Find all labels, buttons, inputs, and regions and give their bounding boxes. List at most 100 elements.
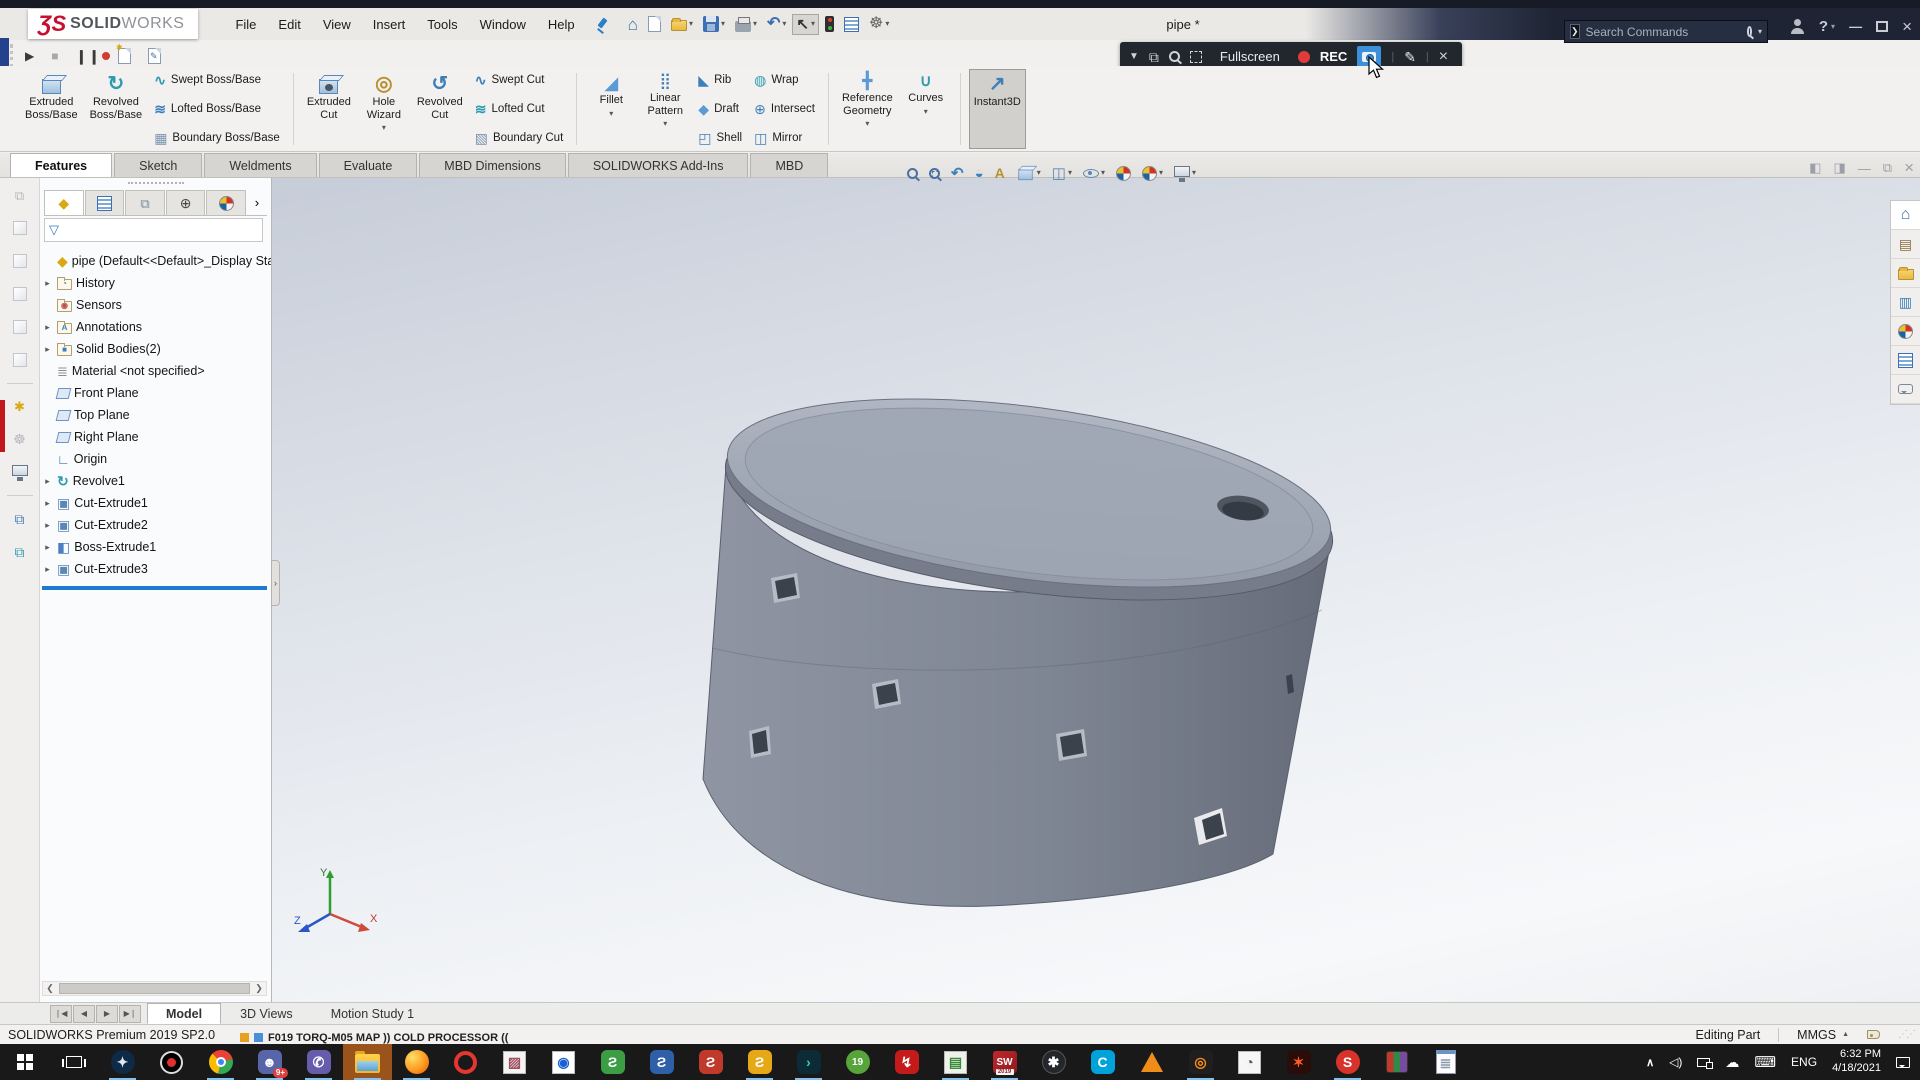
- task-view-button[interactable]: [49, 1044, 98, 1080]
- previous-view-button[interactable]: ↶: [949, 164, 966, 183]
- taskbar-app-notepad[interactable]: ≣: [1421, 1044, 1470, 1080]
- start-button[interactable]: [0, 1044, 49, 1080]
- taskbar-app-s-app-blue[interactable]: Ƨ: [637, 1044, 686, 1080]
- expand-arrow-icon[interactable]: ▸: [42, 322, 53, 333]
- taskbar-app-camtasia[interactable]: C: [1078, 1044, 1127, 1080]
- tab-motion-study-1[interactable]: Motion Study 1: [312, 1003, 433, 1024]
- taskbar-app-winrar[interactable]: [1372, 1044, 1421, 1080]
- curves-button[interactable]: ∪Curves▾: [900, 69, 952, 149]
- dropdown-caret[interactable]: ▾: [1159, 169, 1163, 177]
- wrap-button[interactable]: ◍Wrap: [751, 72, 818, 88]
- displaymanager-tab[interactable]: [206, 190, 246, 215]
- menu-insert[interactable]: Insert: [362, 11, 417, 38]
- tree-item-history[interactable]: ▸◔History: [42, 272, 271, 294]
- appearances-scenes-button[interactable]: [1891, 317, 1920, 346]
- expand-arrow-icon[interactable]: ▸: [42, 476, 53, 487]
- dropdown-caret[interactable]: ▾: [811, 20, 815, 28]
- pin-menu-icon[interactable]: [594, 16, 610, 32]
- expand-arrow-icon[interactable]: ▸: [42, 542, 53, 553]
- tab-model[interactable]: Model: [147, 1003, 221, 1024]
- dropdown-caret[interactable]: ▾: [609, 110, 613, 118]
- dropdown-caret[interactable]: ▾: [1192, 169, 1196, 177]
- taskbar-app-steam[interactable]: ✦: [98, 1044, 147, 1080]
- search-commands-input[interactable]: [1586, 25, 1741, 39]
- boundary-cut-button[interactable]: ▧Boundary Cut: [472, 130, 567, 146]
- clipboard-tool-button[interactable]: ⧉: [11, 186, 28, 205]
- taskbar-app-s-app-red[interactable]: Ƨ: [686, 1044, 735, 1080]
- dropdown-caret[interactable]: ▾: [865, 120, 869, 128]
- tab-evaluate[interactable]: Evaluate: [319, 153, 418, 177]
- tag-icon[interactable]: [1867, 1030, 1880, 1039]
- macro-pause-record-button[interactable]: ❙❙: [71, 46, 104, 66]
- tab-sketch[interactable]: Sketch: [114, 153, 202, 177]
- view-cube-tool-4-button[interactable]: [9, 317, 31, 337]
- dropdown-caret[interactable]: ▾: [663, 120, 667, 128]
- panel-horizontal-scrollbar[interactable]: ❮ ❯: [42, 981, 267, 996]
- menu-window[interactable]: Window: [469, 11, 537, 38]
- menu-view[interactable]: View: [312, 11, 362, 38]
- fullscreen-label[interactable]: Fullscreen: [1220, 49, 1280, 64]
- dropdown-caret[interactable]: ▾: [382, 124, 386, 132]
- propertymanager-tab[interactable]: [85, 190, 125, 215]
- tab-scroll-last[interactable]: ▶❘: [119, 1005, 141, 1023]
- tab-solidworks-add-ins[interactable]: SOLIDWORKS Add-Ins: [568, 153, 749, 177]
- login-user-icon[interactable]: [1790, 19, 1805, 34]
- taskbar-app-blender[interactable]: ◎: [1176, 1044, 1225, 1080]
- tab-scroll-first[interactable]: ❘◀: [50, 1005, 72, 1023]
- tree-item-material-not-specified[interactable]: ≣Material <not specified>: [42, 360, 271, 382]
- minimize-button[interactable]: —: [1849, 20, 1862, 33]
- search-icon[interactable]: [1747, 26, 1752, 37]
- hole-wizard-button[interactable]: ◎Hole Wizard▾: [358, 69, 410, 149]
- swept-boss-base-button[interactable]: ∿Swept Boss/Base: [151, 72, 283, 88]
- capture-window-icon[interactable]: ⧉: [1149, 50, 1159, 64]
- restore-document-button[interactable]: ⧉: [1883, 160, 1892, 176]
- taskbar-app-s-red-app[interactable]: S: [1323, 1044, 1372, 1080]
- capture-zoom-icon[interactable]: [1169, 51, 1180, 62]
- taskbar-app-clock-app[interactable]: ◔: [1225, 1044, 1274, 1080]
- taskbar-app-obs-studio[interactable]: ✱: [1029, 1044, 1078, 1080]
- intersect-button[interactable]: ⊕Intersect: [751, 101, 818, 117]
- tab-mbd[interactable]: MBD: [750, 153, 828, 177]
- tree-root-item[interactable]: ◆pipe (Default<<Default>_Display Stat: [42, 250, 271, 272]
- taskbar-app-vlc[interactable]: [1127, 1044, 1176, 1080]
- tab-3d-views[interactable]: 3D Views: [221, 1003, 312, 1024]
- reference-geometry-button[interactable]: ╋Reference Geometry▾: [837, 69, 898, 149]
- scroll-left-arrow[interactable]: ❮: [43, 983, 57, 994]
- macro-stop-button[interactable]: ■: [47, 47, 62, 65]
- new-macro-button[interactable]: [114, 45, 135, 67]
- expand-arrow-icon[interactable]: ▸: [42, 498, 53, 509]
- taskbar-app-photo-viewer[interactable]: ▨: [490, 1044, 539, 1080]
- open-document-button[interactable]: ▾: [667, 14, 697, 34]
- record-label[interactable]: REC: [1320, 49, 1347, 64]
- tree-item-right-plane[interactable]: Right Plane: [42, 426, 271, 448]
- menu-help[interactable]: Help: [537, 11, 586, 38]
- tree-item-annotations[interactable]: ▸AAnnotations: [42, 316, 271, 338]
- lofted-boss-base-button[interactable]: ≋Lofted Boss/Base: [151, 101, 283, 117]
- media-window-peek[interactable]: F019 TORQ-M05 MAP )) COLD PROCESSOR ((: [240, 1031, 670, 1044]
- taskbar-app-viber[interactable]: ✆: [294, 1044, 343, 1080]
- extruded-cut-button[interactable]: Extruded Cut: [302, 69, 356, 149]
- boundary-boss-base-button[interactable]: ▦Boundary Boss/Base: [151, 130, 283, 146]
- display-style-button[interactable]: ◫▾: [1050, 164, 1074, 183]
- view-cube-tool-1-button[interactable]: [9, 218, 31, 238]
- taskbar-app-solidworks-2019[interactable]: SW: [980, 1044, 1029, 1080]
- select-button[interactable]: ↖▾: [792, 14, 819, 35]
- edit-macro-button[interactable]: [144, 45, 165, 67]
- close-document-button[interactable]: ×: [1904, 158, 1914, 178]
- dropdown-caret[interactable]: ▾: [782, 20, 786, 28]
- custom-properties-button[interactable]: [1891, 346, 1920, 375]
- action-center-icon[interactable]: [1896, 1057, 1910, 1068]
- tree-item-solid-bodies-2[interactable]: ▸■Solid Bodies(2): [42, 338, 271, 360]
- taskbar-app-s-app-green[interactable]: Ƨ: [588, 1044, 637, 1080]
- tab-weldments[interactable]: Weldments: [204, 153, 316, 177]
- zoom-to-area-button[interactable]: [927, 166, 942, 181]
- configurationmanager-tab[interactable]: ⧉: [125, 190, 165, 215]
- featuremanager-tree-tab[interactable]: ◆: [44, 190, 84, 215]
- rollback-bar[interactable]: [42, 586, 267, 590]
- zoom-to-fit-button[interactable]: [905, 166, 920, 181]
- revolved-boss-base-button[interactable]: ↻Revolved Boss/Base: [85, 69, 148, 149]
- tree-item-revolve1[interactable]: ▸↻Revolve1: [42, 470, 271, 492]
- taskbar-app-red-lightning-app[interactable]: ↯: [882, 1044, 931, 1080]
- panel-grip[interactable]: [128, 182, 184, 184]
- taskbar-app-s-app-yellow[interactable]: Ƨ: [735, 1044, 784, 1080]
